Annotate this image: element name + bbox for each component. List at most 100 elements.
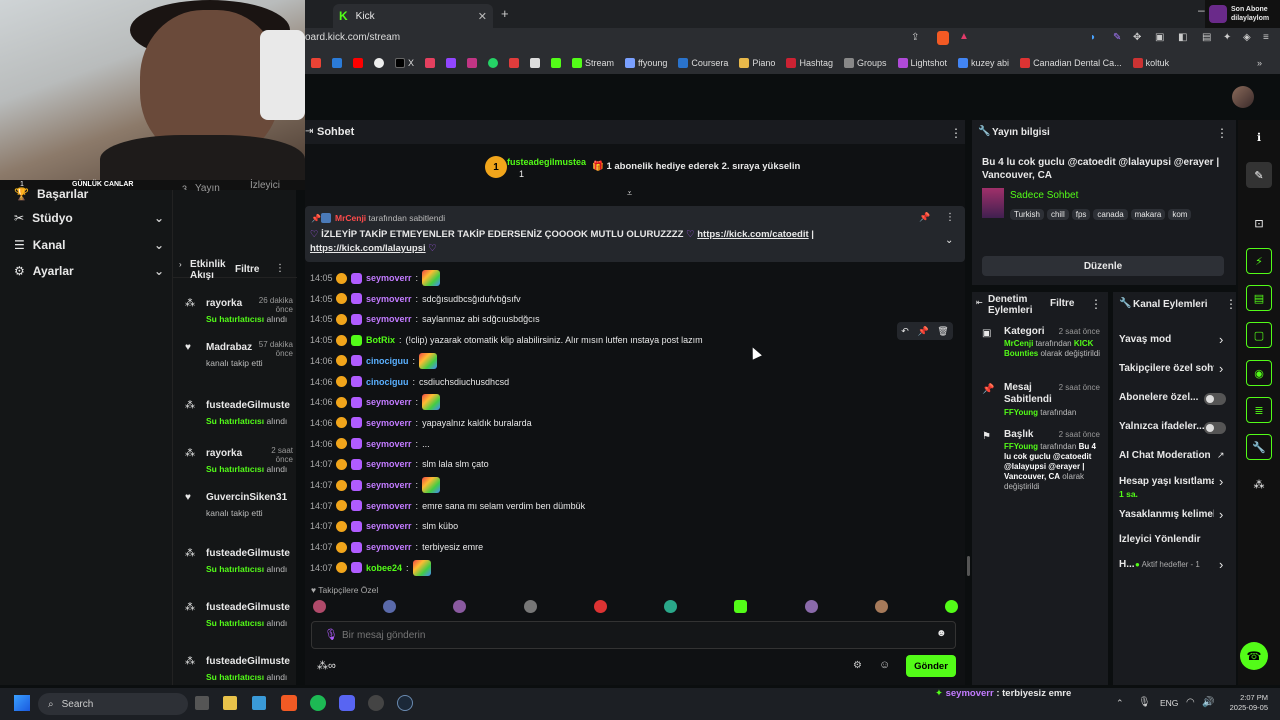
activity-user[interactable]: Madrabaz — [206, 342, 252, 353]
more-icon[interactable]: ⋮ — [1090, 297, 1102, 311]
message-input[interactable] — [342, 627, 902, 643]
activity-user[interactable]: fusteadeGilmuste — [206, 602, 290, 613]
support-icon[interactable]: ☎ — [1240, 642, 1268, 670]
collapse-down-icon[interactable]: ⩡ — [627, 188, 632, 199]
message-username[interactable]: cinociguu — [366, 377, 409, 387]
chevron-up-icon[interactable]: ⌃ — [1116, 698, 1124, 709]
minimize-icon[interactable]: – — [1198, 3, 1205, 17]
follower-avatar[interactable] — [734, 600, 748, 613]
unpin-icon[interactable]: 📌 — [919, 212, 930, 223]
brave-shield-icon[interactable] — [937, 31, 949, 45]
gift-leader-name[interactable]: fusteadegilmustea — [507, 157, 586, 167]
emoji-icon[interactable]: ☻ — [936, 628, 947, 639]
category-thumbnail[interactable] — [982, 188, 1004, 218]
photos-icon[interactable] — [252, 696, 266, 710]
nav-item-channel[interactable]: ☰ Kanal ⌄ — [14, 235, 164, 255]
message-username[interactable]: kobee24 — [366, 563, 402, 573]
file-explorer-icon[interactable] — [223, 696, 237, 710]
settings-icon[interactable]: ⚙ — [853, 660, 862, 671]
bookmark-stream[interactable]: Stream — [572, 58, 614, 68]
language-indicator[interactable]: ENG — [1160, 698, 1178, 708]
toggle-switch[interactable] — [1204, 393, 1226, 405]
message-username[interactable]: seymoverr — [366, 314, 412, 324]
more-icon[interactable]: ⋮ — [1225, 297, 1237, 311]
leo-icon[interactable]: ✦ — [1223, 32, 1231, 43]
points-icon[interactable]: ⁂∞ — [317, 659, 336, 672]
reply-icon[interactable]: ↶ — [901, 326, 909, 337]
more-icon[interactable]: ⋮ — [1216, 126, 1228, 140]
mod-action-user[interactable]: FFYoung — [1004, 442, 1038, 451]
message-username[interactable]: BotRix — [366, 335, 395, 345]
chat-bubble-icon[interactable]: ▢ — [1246, 322, 1272, 348]
channel-action-6[interactable]: Yasaklanmış kelimel › — [1113, 507, 1236, 527]
bookmark-coursera[interactable]: Coursera — [678, 58, 728, 68]
gift-cta[interactable]: 🎁 1 abonelik hediye ederek 2. sıraya yük… — [592, 161, 800, 172]
bookmark-koltuk[interactable]: koltuk — [1132, 58, 1169, 68]
mod-action-user[interactable]: MrCenji — [1004, 339, 1033, 348]
bookmark-canadian-dental[interactable]: Canadian Dental Ca... — [1020, 58, 1122, 68]
clock[interactable]: 2:07 PM 2025-09-05 — [1220, 693, 1268, 713]
panel-icon[interactable]: ◧ — [1178, 32, 1187, 43]
message-username[interactable]: seymoverr — [366, 397, 412, 407]
chevron-down-icon[interactable]: ⌄ — [945, 235, 953, 246]
clipboard-icon[interactable]: ▤ — [1246, 285, 1272, 311]
chevron-right-icon[interactable]: › — [1219, 332, 1223, 347]
task-view-icon[interactable] — [195, 696, 209, 710]
follower-avatar[interactable] — [804, 600, 818, 613]
layout-icon[interactable]: ⊡ — [1246, 210, 1272, 236]
share-icon[interactable]: ⇪ — [911, 32, 919, 43]
channel-action-3[interactable]: Yalnızca ifadeler... — [1113, 419, 1236, 439]
instagram-icon[interactable] — [425, 58, 436, 68]
message-username[interactable]: cinociguu — [366, 356, 409, 366]
tumblr-icon[interactable] — [509, 58, 520, 68]
tag-chip[interactable]: makara — [1130, 209, 1166, 220]
wrench-icon[interactable]: 🔧 — [1246, 434, 1272, 460]
edit-button[interactable]: Düzenle — [982, 256, 1224, 276]
activity-user[interactable]: rayorka — [206, 298, 242, 309]
browser-tab[interactable]: K Kick ✕ — [333, 4, 493, 28]
tag-chip[interactable]: Turkish — [1010, 209, 1044, 220]
message-username[interactable]: seymoverr — [366, 418, 412, 428]
message-username[interactable]: seymoverr — [366, 294, 412, 304]
bookmark-piano[interactable]: Piano — [739, 58, 775, 68]
collapse-icon[interactable]: ⇥ — [305, 126, 313, 137]
follower-avatar[interactable] — [593, 600, 607, 613]
delete-icon[interactable]: 🗑 — [937, 326, 948, 337]
channel-action-1[interactable]: Takipçilere özel soht › — [1113, 361, 1236, 381]
scrollbar-thumb[interactable] — [967, 556, 970, 576]
new-tab-icon[interactable]: + — [501, 6, 509, 21]
more-icon[interactable]: ⋮ — [275, 263, 285, 274]
pinned-by-user[interactable]: MrCenji — [335, 213, 366, 223]
sidebar-icon[interactable]: ▣ — [1155, 32, 1164, 43]
message-username[interactable]: seymoverr — [366, 542, 412, 552]
follower-avatar[interactable] — [664, 600, 678, 613]
info-icon[interactable]: ℹ — [1246, 124, 1272, 150]
stream-category[interactable]: Sadece Sohbet — [1010, 190, 1078, 201]
mod-filter-button[interactable]: Filtre — [1050, 298, 1074, 309]
wallet-icon[interactable]: ▤ — [1202, 32, 1211, 43]
tag-chip[interactable]: chill — [1046, 209, 1069, 220]
obs-icon[interactable] — [368, 695, 384, 711]
address-bar[interactable]: oard.kick.com/stream ⇪ ▲ ◗ ✎ ✥ ▣ ◧ ▤ ✦ ◈… — [305, 28, 1280, 52]
collapse-icon[interactable]: ⇤ — [976, 298, 983, 307]
bookmark-ffyoung[interactable]: ffyoung — [625, 58, 667, 68]
outlook-icon[interactable] — [332, 58, 342, 68]
bookmark-lightshot[interactable]: Lightshot — [897, 58, 947, 68]
more-icon[interactable]: ⋮ — [950, 126, 962, 140]
user-avatar[interactable] — [1232, 86, 1254, 108]
menu-icon[interactable]: ≡ — [1263, 32, 1269, 43]
channel-action-5[interactable]: Hesap yaşı kısıtlama › 1 sa. — [1113, 474, 1236, 499]
bookmark-hashtag[interactable]: Hashtag — [786, 58, 833, 68]
brave-icon[interactable] — [281, 695, 297, 711]
send-button[interactable]: Gönder — [906, 655, 956, 677]
follower-avatar[interactable] — [523, 600, 537, 613]
extension-icon[interactable]: ◗ — [1090, 32, 1096, 43]
follower-avatar[interactable] — [944, 600, 958, 613]
tag-chip[interactable]: kom — [1168, 209, 1192, 220]
message-username[interactable]: seymoverr — [366, 439, 412, 449]
gmail-icon[interactable] — [311, 58, 321, 68]
message-username[interactable]: seymoverr — [366, 273, 412, 283]
amazon-icon[interactable] — [530, 58, 541, 68]
windows-start-icon[interactable] — [14, 695, 30, 711]
bookmark-groups[interactable]: Groups — [843, 58, 887, 68]
